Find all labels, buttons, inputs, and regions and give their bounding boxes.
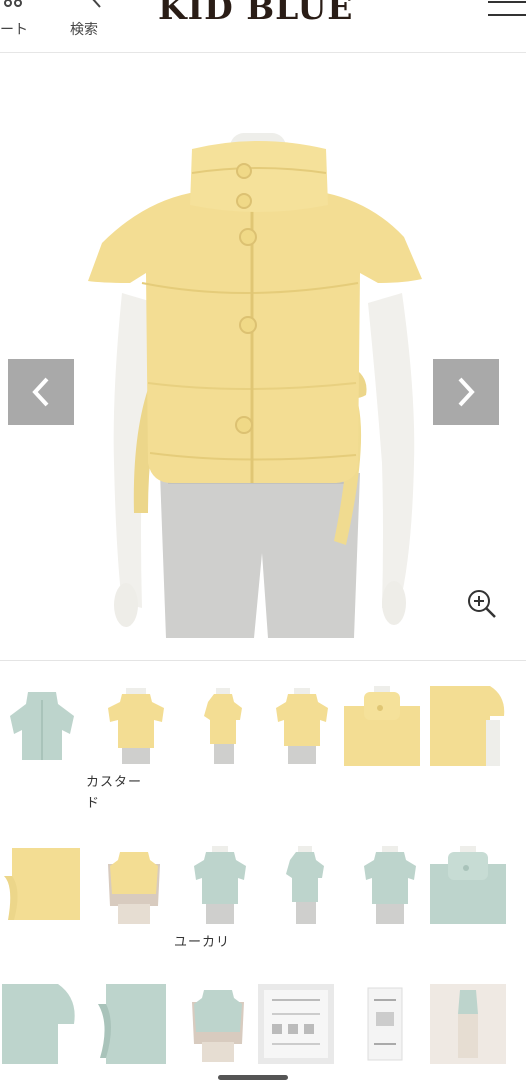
search-label[interactable]: 検索 bbox=[70, 19, 98, 39]
thumbnail-model-outfit[interactable] bbox=[430, 984, 506, 1064]
thumbnail-eucalyptus-front[interactable] bbox=[182, 846, 258, 926]
thumbnail-custard-collar[interactable] bbox=[344, 686, 420, 766]
chevron-left-icon bbox=[32, 377, 49, 407]
search-icon[interactable] bbox=[82, 0, 106, 14]
thumbnail-care-label[interactable] bbox=[258, 984, 334, 1064]
thumbnail-custard-back[interactable] bbox=[264, 686, 340, 766]
chevron-right-icon bbox=[458, 377, 475, 407]
next-image-button[interactable] bbox=[433, 359, 499, 425]
cart-label[interactable]: ート bbox=[0, 19, 28, 39]
color-caption-custard-line1: カスター bbox=[86, 775, 143, 790]
thumbnail-custard-side[interactable] bbox=[186, 686, 262, 766]
thumbnail-custard-shoulder[interactable] bbox=[430, 686, 506, 766]
thumbnail-eucalyptus-flat[interactable] bbox=[4, 686, 80, 766]
thumbnail-eucalyptus-side-detail[interactable] bbox=[90, 984, 166, 1064]
main-product-image[interactable] bbox=[82, 133, 444, 638]
thumbnail-size-tag[interactable] bbox=[346, 984, 422, 1064]
cart-icon[interactable] bbox=[2, 0, 28, 14]
thumbnail-custard-side-detail[interactable] bbox=[4, 846, 80, 926]
thumbnail-eucalyptus-shoulder[interactable] bbox=[2, 984, 78, 1064]
thumbnail-eucalyptus-collar[interactable] bbox=[430, 846, 506, 926]
thumbnail-eucalyptus-side[interactable] bbox=[268, 846, 344, 926]
color-caption-eucalyptus[interactable]: ユーカリ bbox=[174, 932, 230, 953]
thumbnail-eucalyptus-back[interactable] bbox=[352, 846, 428, 926]
brand-logo[interactable]: KID BLUE bbox=[158, 0, 353, 27]
color-caption-custard[interactable]: カスター ド bbox=[86, 772, 142, 814]
zoom-in-icon[interactable] bbox=[466, 588, 498, 620]
prev-image-button[interactable] bbox=[8, 359, 74, 425]
site-header: ート 検索 KID BLUE bbox=[0, 0, 526, 53]
scroll-indicator bbox=[218, 1075, 288, 1080]
hamburger-menu-icon[interactable] bbox=[486, 0, 526, 24]
gallery-divider bbox=[0, 660, 526, 661]
thumbnail-eucalyptus-layered[interactable] bbox=[180, 984, 256, 1064]
thumbnail-custard-front[interactable] bbox=[98, 686, 174, 766]
thumbnail-custard-layered[interactable] bbox=[96, 846, 172, 926]
color-caption-custard-line2: ド bbox=[86, 796, 101, 811]
